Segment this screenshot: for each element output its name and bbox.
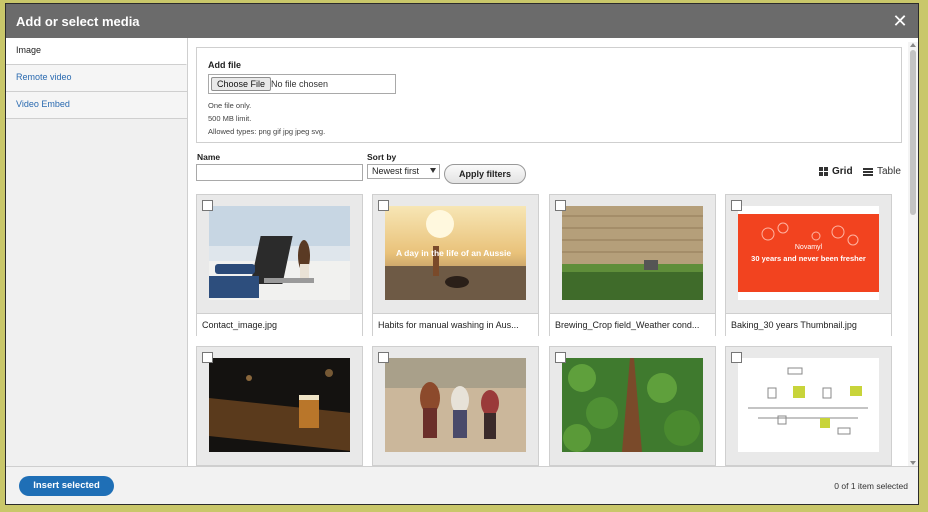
media-item[interactable]	[196, 346, 363, 466]
media-select-checkbox[interactable]	[202, 352, 213, 363]
field-photo-icon	[562, 206, 703, 300]
media-select-checkbox[interactable]	[731, 200, 742, 211]
grid-label: Grid	[832, 166, 853, 177]
media-select-checkbox[interactable]	[555, 200, 566, 211]
media-item[interactable]: Contact_image.jpg	[196, 194, 363, 337]
filters-bar: Name Sort by Newest first Apply filters …	[196, 148, 908, 188]
media-dialog: Add or select media ✕ Image Remote video…	[5, 3, 919, 505]
media-item[interactable]: Brewing_Crop field_Weather cond...	[549, 194, 716, 337]
tab-image[interactable]: Image	[6, 38, 187, 65]
apply-filters-button[interactable]: Apply filters	[444, 164, 526, 184]
farmers-photo-icon	[385, 358, 526, 452]
beach-photo-overlay: A day in the life of an Aussie	[396, 248, 511, 258]
balloons-photo-icon: Novamyl 30 years and never been fresher	[738, 206, 879, 300]
add-file-label: Add file	[208, 60, 241, 70]
media-item[interactable]: Novamyl 30 years and never been fresher …	[725, 194, 892, 337]
hint-size-limit: 500 MB limit.	[208, 114, 252, 123]
media-caption: Habits for manual washing in Aus...	[373, 313, 538, 337]
name-filter-label: Name	[197, 152, 221, 162]
sort-label: Sort by	[367, 152, 397, 162]
dialog-titlebar: Add or select media ✕	[6, 4, 918, 38]
table-label: Table	[877, 166, 901, 177]
media-caption: Baking_30 years Thumbnail.jpg	[726, 313, 891, 337]
crops-photo-icon	[562, 358, 703, 452]
grid-view-toggle[interactable]: Grid	[819, 166, 853, 177]
scroll-down-icon[interactable]	[910, 461, 916, 465]
dialog-footer: Insert selected 0 of 1 item selected	[6, 466, 918, 504]
media-caption: Brewing_Crop field_Weather cond...	[550, 313, 715, 337]
sort-selected-value: Newest first	[372, 166, 420, 176]
media-select-checkbox[interactable]	[555, 352, 566, 363]
insert-selected-button[interactable]: Insert selected	[19, 476, 114, 496]
beach-photo-icon: A day in the life of an Aussie	[385, 206, 526, 300]
tab-video-embed[interactable]: Video Embed	[6, 92, 187, 119]
no-file-text: No file chosen	[271, 79, 329, 89]
choose-file-button[interactable]: Choose File	[211, 77, 272, 91]
scrollbar-thumb[interactable]	[910, 50, 916, 215]
sort-select[interactable]: Newest first	[367, 164, 440, 179]
close-icon[interactable]: ✕	[890, 10, 910, 32]
media-select-checkbox[interactable]	[378, 200, 389, 211]
dialog-title: Add or select media	[16, 14, 140, 29]
add-file-section: Add file Choose File No file chosen One …	[196, 47, 902, 143]
file-upload-input[interactable]: Choose File No file chosen	[208, 74, 396, 94]
hint-one-file: One file only.	[208, 101, 252, 110]
tab-remote-video[interactable]: Remote video	[6, 65, 187, 92]
media-item[interactable]: A day in the life of an Aussie Habits fo…	[372, 194, 539, 337]
media-select-checkbox[interactable]	[731, 352, 742, 363]
scroll-up-icon[interactable]	[910, 43, 916, 47]
media-type-tabs: Image Remote video Video Embed	[6, 38, 188, 466]
balloons-photo-overlay-brand: Novamyl	[795, 244, 823, 251]
diagram-image-icon	[738, 358, 879, 452]
laptop-photo-icon	[209, 206, 350, 300]
name-filter-input[interactable]	[196, 164, 363, 181]
media-item[interactable]	[549, 346, 716, 466]
selection-status: 0 of 1 item selected	[834, 481, 908, 491]
media-select-checkbox[interactable]	[378, 352, 389, 363]
chevron-down-icon	[430, 168, 436, 173]
balloons-photo-overlay-text: 30 years and never been fresher	[751, 254, 866, 263]
media-select-checkbox[interactable]	[202, 200, 213, 211]
content-scrollbar[interactable]	[908, 42, 918, 466]
table-view-toggle[interactable]: Table	[863, 166, 901, 177]
media-item[interactable]	[372, 346, 539, 466]
list-icon	[863, 167, 873, 176]
hint-allowed-types: Allowed types: png gif jpg jpeg svg.	[208, 127, 326, 136]
beer-photo-icon	[209, 358, 350, 452]
grid-icon	[819, 167, 828, 176]
media-caption: Contact_image.jpg	[197, 313, 362, 337]
media-grid: Contact_image.jpg A day in the life of a…	[196, 194, 908, 466]
media-item[interactable]	[725, 346, 892, 466]
media-library-content: Add file Choose File No file chosen One …	[196, 44, 908, 466]
